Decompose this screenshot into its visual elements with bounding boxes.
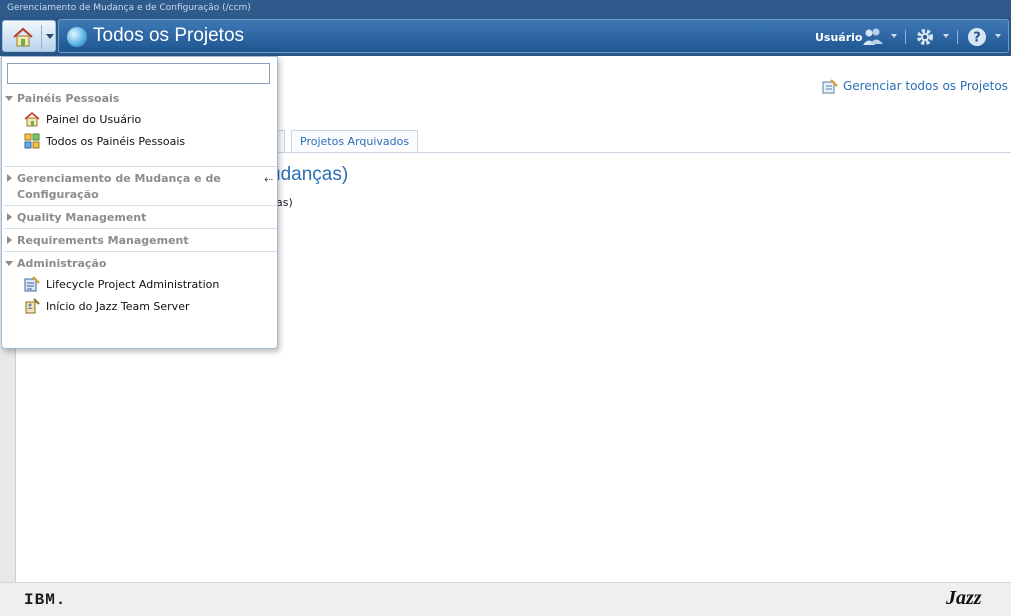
menu-item-lifecycle-project-administration[interactable]: Lifecycle Project Administration	[24, 275, 219, 293]
manage-all-projects-link[interactable]: Gerenciar todos os Projetos	[822, 78, 1008, 94]
jazz-logo: Jazz	[946, 587, 982, 609]
gear-chevron-down-icon[interactable]	[943, 34, 949, 38]
group-divider	[4, 205, 277, 206]
menu-search-input[interactable]	[7, 63, 270, 84]
page-title: Todos os Projetos	[93, 25, 245, 46]
expanded-triangle-icon	[5, 261, 13, 266]
dashboards-icon	[24, 133, 40, 149]
group-requirements-management[interactable]: Requirements Management	[2, 233, 277, 249]
menu-item-jazz-team-server-home[interactable]: Início do Jazz Team Server	[24, 297, 189, 315]
group-administration[interactable]: Administração	[2, 256, 277, 272]
home-menu-button[interactable]	[2, 20, 56, 52]
users-icon[interactable]	[862, 27, 884, 47]
help-chevron-down-icon[interactable]	[995, 34, 1001, 38]
arrow-left-icon[interactable]: ⇠	[264, 173, 273, 186]
footer: IBM. Jazz	[0, 582, 1011, 616]
group-divider	[4, 166, 277, 167]
house-icon	[24, 112, 40, 127]
group-personal-dashboards[interactable]: Painéis Pessoais	[2, 91, 277, 107]
group-divider	[4, 251, 277, 252]
users-chevron-down-icon[interactable]	[891, 34, 897, 38]
nav-separator	[957, 30, 958, 44]
manage-projects-icon	[822, 79, 838, 94]
server-admin-icon	[25, 298, 40, 314]
group-divider	[4, 228, 277, 229]
collapsed-triangle-icon	[7, 236, 12, 244]
gear-icon[interactable]	[914, 27, 936, 47]
manage-link-label: Gerenciar todos os Projetos	[843, 79, 1008, 93]
collapsed-triangle-icon	[7, 174, 12, 182]
menu-item-all-personal-dashboards[interactable]: Todos os Painéis Pessoais	[24, 132, 185, 150]
group-quality-management[interactable]: Quality Management	[2, 210, 277, 226]
globe-icon	[67, 27, 87, 47]
user-menu-label[interactable]: Usuário	[815, 31, 863, 44]
menu-item-user-dashboard[interactable]: Painel do Usuário	[24, 110, 141, 128]
app-banner: Gerenciamento de Mudança e de Configuraç…	[0, 0, 1011, 17]
project-title-bar: Todos os Projetos Usuário ?	[58, 19, 1009, 53]
house-icon	[13, 27, 33, 47]
ibm-logo: IBM.	[24, 591, 67, 609]
nav-separator	[905, 30, 906, 44]
tab-archived-projects[interactable]: Projetos Arquivados	[291, 130, 419, 152]
expanded-triangle-icon	[5, 96, 13, 101]
button-separator	[41, 25, 42, 49]
window-title: Gerenciamento de Mudança e de Configuraç…	[7, 3, 251, 13]
help-icon[interactable]: ?	[966, 27, 988, 47]
project-admin-icon	[24, 276, 40, 292]
svg-text:?: ?	[973, 31, 981, 46]
home-menu-popup: Painéis Pessoais Painel do Usuário Todos…	[1, 56, 278, 349]
group-change-configuration-management[interactable]: Gerenciamento de Mudança e de Configuraç…	[2, 171, 277, 203]
collapsed-triangle-icon	[7, 213, 12, 221]
chevron-down-icon[interactable]	[46, 34, 54, 39]
navigation-bar: Todos os Projetos Usuário ?	[0, 17, 1011, 56]
